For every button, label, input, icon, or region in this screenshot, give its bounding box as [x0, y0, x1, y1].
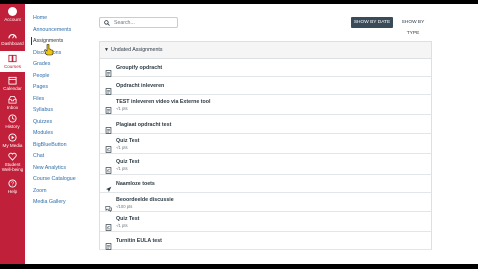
assignment-group-header[interactable]: ▼ Undated Assignments: [99, 41, 432, 59]
course-nav-course-catalogue[interactable]: Course Catalogue: [33, 176, 76, 182]
search-icon: [104, 20, 110, 26]
assignment-title-link[interactable]: Opdracht inleveren: [116, 83, 164, 89]
course-nav-announcements[interactable]: Announcements: [33, 27, 71, 33]
wellbeing-icon: [8, 152, 17, 161]
assignment-points: -/1 pts: [116, 166, 128, 171]
assignment-title-link[interactable]: Turnitin EULA test: [116, 238, 162, 244]
course-nav-chat[interactable]: Chat: [33, 153, 44, 159]
courses-icon: [8, 54, 17, 63]
search-placeholder: Search...: [114, 20, 135, 26]
global-nav-label: Calendar: [3, 86, 22, 91]
media-icon: [8, 133, 17, 142]
course-nav-new-analytics[interactable]: New Analytics: [33, 165, 66, 171]
assignment-row[interactable]: Quiz Test -/1 pts: [99, 212, 432, 232]
global-nav-label: Inbox: [6, 105, 19, 110]
account-avatar: [8, 7, 17, 16]
global-nav-label: Dashboard: [1, 41, 24, 46]
global-nav-dashboard[interactable]: Dashboard: [0, 31, 25, 46]
course-nav-grades[interactable]: Grades: [33, 61, 50, 67]
course-nav-files[interactable]: Files: [33, 96, 44, 102]
global-nav-history[interactable]: History: [0, 114, 25, 129]
global-nav-calendar[interactable]: Calendar: [0, 76, 25, 91]
course-nav-people[interactable]: People: [33, 73, 50, 79]
assignment-points: -/1 pts: [116, 145, 128, 150]
global-nav-account[interactable]: Account: [0, 7, 25, 22]
global-nav-label: History: [5, 124, 20, 129]
hand-cursor-icon: [44, 44, 54, 56]
global-nav-label: Account: [4, 17, 21, 22]
assignment-title-link[interactable]: Quiz Test: [116, 159, 139, 165]
assignment-row[interactable]: Opdracht inleveren: [99, 77, 432, 95]
inbox-icon: [8, 95, 17, 104]
search-input[interactable]: Search...: [99, 17, 178, 28]
global-nav-student-wellbeing[interactable]: Student Well-being: [0, 152, 25, 172]
assignment-title-link[interactable]: Beoordeelde discussie: [116, 197, 174, 203]
assignment-title-link[interactable]: Plagiaat opdracht test: [116, 122, 171, 128]
assignment-title-link[interactable]: Naamloze toets: [116, 181, 155, 187]
dashboard-icon: [8, 34, 17, 39]
assignment-row[interactable]: Turnitin EULA test: [99, 232, 432, 250]
show-by-type-button[interactable]: SHOW BY TYPE: [395, 17, 431, 36]
assignment-row[interactable]: TEST inleveren video via Externe tool -/1…: [99, 95, 432, 115]
global-nav-courses[interactable]: Courses: [0, 51, 25, 72]
course-nav-zoom[interactable]: Zoom: [33, 188, 47, 194]
assignment-row[interactable]: Quiz Test -/1 pts: [99, 154, 432, 175]
canvas-window: Account Dashboard Courses Calendar Inbox…: [0, 4, 478, 264]
course-nav-home[interactable]: Home: [33, 15, 47, 21]
assignment-title-link[interactable]: TEST inleveren video via Externe tool: [116, 99, 211, 105]
group-title: Undated Assignments: [111, 47, 163, 53]
course-nav-bigbluebutton[interactable]: BigBlueButton: [33, 142, 67, 148]
global-nav-my-media[interactable]: My Media: [0, 133, 25, 148]
assignment-row[interactable]: Groupify opdracht: [99, 59, 432, 77]
global-nav-label: Student Well-being: [1, 162, 24, 173]
assignment-points: -/100 pts: [116, 204, 133, 209]
assignment-title-link[interactable]: Groupify opdracht: [116, 65, 162, 71]
caret-down-icon: ▼: [104, 47, 109, 53]
assignment-title-link[interactable]: Quiz Test: [116, 216, 139, 222]
assignment-icon: [105, 237, 112, 255]
assignment-points: -/1 pts: [116, 106, 128, 111]
assignment-title-link[interactable]: Quiz Test: [116, 138, 139, 144]
global-nav-label: Courses: [3, 64, 22, 69]
course-nav-quizzes[interactable]: Quizzes: [33, 119, 52, 125]
course-nav-media-gallery[interactable]: Media Gallery: [33, 199, 66, 205]
assignment-row[interactable]: Naamloze toets: [99, 175, 432, 193]
history-icon: [8, 114, 17, 123]
course-nav-syllabus[interactable]: Syllabus: [33, 107, 53, 113]
global-nav-inbox[interactable]: Inbox: [0, 95, 25, 110]
assignment-points: -/1 pts: [116, 223, 128, 228]
assignment-row[interactable]: Beoordeelde discussie -/100 pts: [99, 193, 432, 212]
course-nav-pages[interactable]: Pages: [33, 84, 48, 90]
global-nav-label: Help: [7, 189, 18, 194]
global-nav-label: My Media: [2, 143, 23, 148]
help-icon: ?: [8, 179, 17, 188]
show-by-date-button[interactable]: SHOW BY DATE: [351, 17, 393, 28]
course-nav-modules[interactable]: Modules: [33, 130, 53, 136]
assignment-row[interactable]: Plagiaat opdracht test: [99, 115, 432, 134]
calendar-icon: [8, 76, 17, 85]
assignment-row[interactable]: Quiz Test -/1 pts: [99, 134, 432, 154]
global-nav-help[interactable]: ? Help: [0, 179, 25, 194]
active-indicator: [31, 37, 32, 45]
svg-text:?: ?: [11, 181, 14, 187]
global-nav: Account Dashboard Courses Calendar Inbox…: [0, 4, 25, 264]
